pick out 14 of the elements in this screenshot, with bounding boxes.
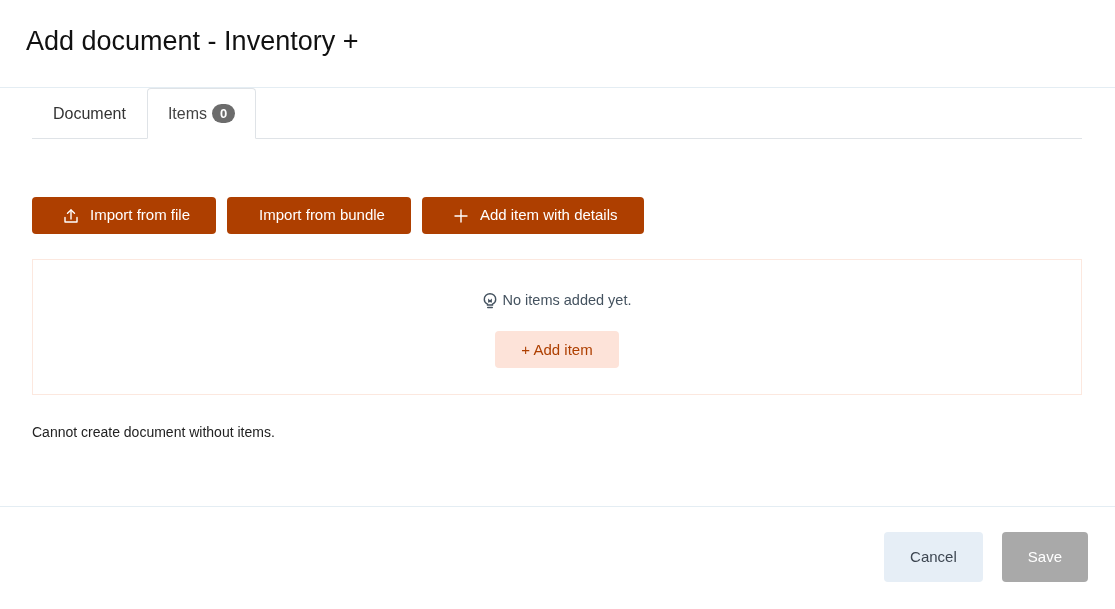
tab[interactable]: Items 0 — [146, 88, 257, 139]
count-badge: 0 — [212, 104, 236, 123]
dialog-title: Add document - Inventory + — [26, 25, 359, 59]
validation-message: Cannot create document without items. — [32, 423, 275, 442]
plus-icon — [453, 208, 468, 223]
import-button[interactable]: Import from bundle — [227, 197, 411, 234]
tab[interactable]: Document — [32, 88, 147, 139]
import-button[interactable]: Import from file — [32, 197, 217, 234]
cancel-button[interactable]: Cancel — [884, 532, 983, 582]
lightbulb-icon — [482, 292, 497, 309]
add-item-button[interactable]: + Add item — [495, 331, 619, 369]
upload-icon — [64, 208, 78, 223]
add-button[interactable]: Add item with details — [421, 197, 644, 234]
empty-message: No items added yet. — [502, 290, 632, 310]
